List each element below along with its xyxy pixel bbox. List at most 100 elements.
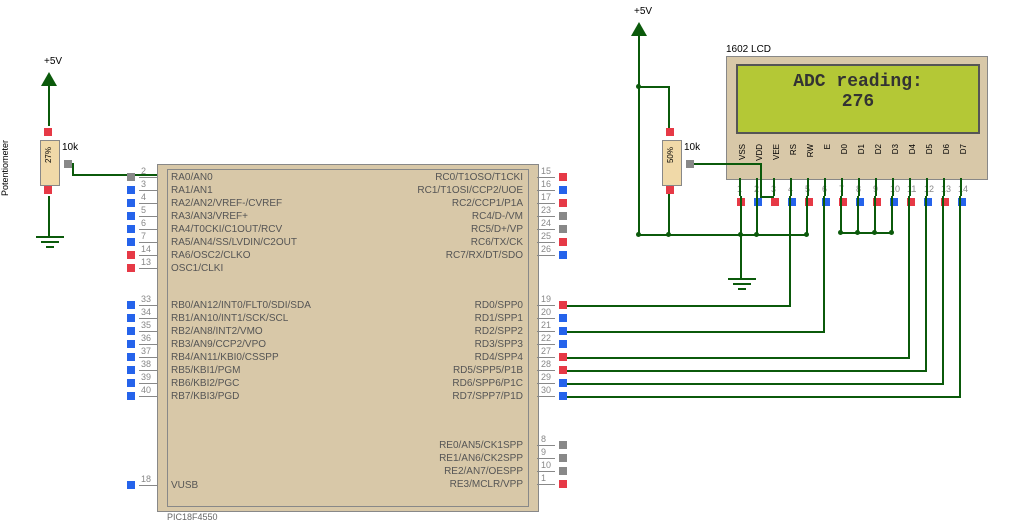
pin-RE3/MCLR/VPP: RE3/MCLR/VPP bbox=[450, 479, 523, 490]
junction-dot bbox=[838, 230, 843, 235]
wire bbox=[760, 196, 774, 198]
pin-indicator bbox=[559, 301, 567, 309]
potentiometer-caption: Potentiometer bbox=[0, 140, 10, 196]
junction-dot bbox=[666, 232, 671, 237]
pin-indicator bbox=[559, 212, 567, 220]
wire bbox=[756, 196, 758, 236]
power-arrow-icon bbox=[631, 22, 647, 36]
wire bbox=[638, 86, 668, 88]
pin-indicator bbox=[127, 392, 135, 400]
pot-wiper-pin bbox=[64, 160, 72, 168]
lcd-caption: 1602 LCD bbox=[726, 44, 771, 55]
pin-RA4/T0CKI/C1OUT/RCV: RA4/T0CKI/C1OUT/RCV bbox=[171, 224, 282, 235]
pin-indicator bbox=[127, 251, 135, 259]
pot2-resistance: 10k bbox=[684, 142, 700, 153]
pin-RA0/AN0: RA0/AN0 bbox=[171, 172, 213, 183]
pin-indicator bbox=[127, 212, 135, 220]
pin-indicator bbox=[559, 327, 567, 335]
wire bbox=[857, 196, 859, 234]
pin-RC6/TX/CK: RC6/TX/CK bbox=[471, 237, 523, 248]
pin-RD2/SPP2: RD2/SPP2 bbox=[475, 326, 523, 337]
pin-indicator bbox=[559, 314, 567, 322]
ground-icon bbox=[728, 278, 756, 297]
pin-indicator bbox=[127, 225, 135, 233]
pot-pin-top bbox=[44, 128, 52, 136]
pin-indicator bbox=[559, 467, 567, 475]
pin-indicator bbox=[127, 327, 135, 335]
lcd-pin-VSS: VSS bbox=[738, 144, 747, 160]
lcd-pin-VDD: VDD bbox=[755, 144, 764, 161]
pin-indicator bbox=[127, 264, 135, 272]
pin-RA1/AN1: RA1/AN1 bbox=[171, 185, 213, 196]
lcd-pin-D3: D3 bbox=[891, 144, 900, 154]
pin-indicator bbox=[559, 340, 567, 348]
pin-indicator bbox=[127, 340, 135, 348]
pin-indicator bbox=[127, 173, 135, 181]
ground-icon bbox=[36, 236, 64, 255]
pin-RB6/KBI2/PGC: RB6/KBI2/PGC bbox=[171, 378, 239, 389]
pin-RC2/CCP1/P1A: RC2/CCP1/P1A bbox=[452, 198, 523, 209]
junction-dot bbox=[855, 230, 860, 235]
pin-RD0/SPP0: RD0/SPP0 bbox=[475, 300, 523, 311]
pin-indicator bbox=[559, 238, 567, 246]
wire bbox=[48, 86, 50, 126]
pin-RD5/SPP5/P1B: RD5/SPP5/P1B bbox=[453, 365, 523, 376]
pin-RD1/SPP1: RD1/SPP1 bbox=[475, 313, 523, 324]
pin-indicator bbox=[127, 186, 135, 194]
junction-dot bbox=[872, 230, 877, 235]
pin-indicator bbox=[127, 379, 135, 387]
lcd-pin-D6: D6 bbox=[942, 144, 951, 154]
pin-RB2/AN8/INT2/VMO: RB2/AN8/INT2/VMO bbox=[171, 326, 263, 337]
wire bbox=[806, 196, 808, 236]
pin-RC0/T1OSO/T1CKI: RC0/T1OSO/T1CKI bbox=[435, 172, 523, 183]
pin-RE2/AN7/OESPP: RE2/AN7/OESPP bbox=[444, 466, 523, 477]
wire bbox=[874, 196, 876, 234]
pin-RD3/SPP3: RD3/SPP3 bbox=[475, 339, 523, 350]
lcd-pin-D1: D1 bbox=[857, 144, 866, 154]
lcd-pin-E: E bbox=[823, 144, 832, 149]
pin-RB7/KBI3/PGD: RB7/KBI3/PGD bbox=[171, 391, 239, 402]
mcu-name: PIC18F4550 bbox=[167, 512, 218, 522]
pin-RE0/AN5/CK1SPP: RE0/AN5/CK1SPP bbox=[439, 440, 523, 451]
wire bbox=[638, 234, 640, 236]
lcd-pin-RS: RS bbox=[789, 144, 798, 155]
pin-RE1/AN6/CK2SPP: RE1/AN6/CK2SPP bbox=[439, 453, 523, 464]
pin-RB0/AN12/INT0/FLT0/SDI/SDA: RB0/AN12/INT0/FLT0/SDI/SDA bbox=[171, 300, 311, 311]
pin-RA6/OSC2/CLKO: RA6/OSC2/CLKO bbox=[171, 250, 250, 261]
pin-RA2/AN2/VREF-/CVREF: RA2/AN2/VREF-/CVREF bbox=[171, 198, 282, 209]
lcd-pin-D2: D2 bbox=[874, 144, 883, 154]
junction-dot bbox=[889, 230, 894, 235]
lcd-screen: ADC reading: 276 bbox=[736, 64, 980, 134]
pot2-wiper-pin bbox=[686, 160, 694, 168]
pin-indicator bbox=[559, 225, 567, 233]
lcd-line1: ADC reading: bbox=[738, 72, 978, 92]
wire bbox=[668, 86, 670, 128]
pin-indicator bbox=[559, 392, 567, 400]
wire bbox=[668, 194, 670, 236]
pot2-pin-top bbox=[666, 128, 674, 136]
pin-RD6/SPP6/P1C: RD6/SPP6/P1C bbox=[452, 378, 523, 389]
power-5v-left: +5V bbox=[44, 56, 62, 67]
pin-indicator bbox=[559, 353, 567, 361]
wire bbox=[694, 163, 761, 165]
pot-resistance: 10k bbox=[62, 142, 78, 153]
pin-RA3/AN3/VREF+: RA3/AN3/VREF+ bbox=[171, 211, 248, 222]
pin-indicator bbox=[559, 366, 567, 374]
pin-indicator bbox=[127, 314, 135, 322]
pin-RB5/KBI1/PGM: RB5/KBI1/PGM bbox=[171, 365, 240, 376]
power-5v-right: +5V bbox=[634, 6, 652, 17]
power-arrow-icon bbox=[41, 72, 57, 86]
lcd-pin-VEE: VEE bbox=[772, 144, 781, 160]
wire bbox=[840, 196, 842, 234]
potentiometer2-body[interactable]: 50% bbox=[662, 140, 682, 186]
potentiometer-body[interactable]: 27% bbox=[40, 140, 60, 186]
pin-OSC1/CLKI: OSC1/CLKI bbox=[171, 263, 223, 274]
pot2-reading: 50% bbox=[666, 147, 675, 163]
pin-indicator bbox=[127, 199, 135, 207]
pin-RC1/T1OSI/CCP2/UOE: RC1/T1OSI/CCP2/UOE bbox=[417, 185, 523, 196]
junction-dot bbox=[804, 232, 809, 237]
wire bbox=[760, 163, 762, 198]
pin-indicator bbox=[559, 454, 567, 462]
pot2-pin-bottom bbox=[666, 186, 674, 194]
pin-RC7/RX/DT/SDO: RC7/RX/DT/SDO bbox=[446, 250, 523, 261]
